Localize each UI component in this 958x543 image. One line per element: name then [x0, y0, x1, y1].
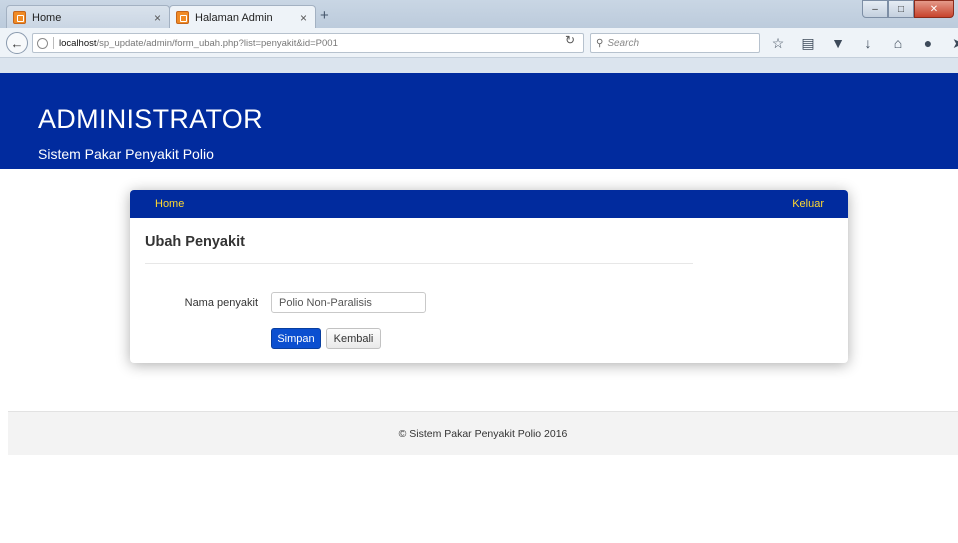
- close-window-icon[interactable]: ✕: [914, 0, 954, 18]
- panel-nav: Home Keluar: [130, 190, 848, 218]
- globe-icon: [37, 37, 48, 49]
- page-subtitle: Sistem Pakar Penyakit Polio: [38, 146, 214, 162]
- footer-text: © Sistem Pakar Penyakit Polio 2016: [398, 428, 568, 440]
- bookmark-star-icon[interactable]: ☆: [770, 35, 786, 52]
- divider: [145, 263, 693, 264]
- tab-label: Home: [32, 11, 62, 24]
- page-footer: © Sistem Pakar Penyakit Polio 2016: [8, 411, 958, 455]
- tab-halaman-admin[interactable]: Halaman Admin ×: [169, 5, 316, 29]
- maximize-icon[interactable]: □: [888, 0, 914, 18]
- panel-title: Ubah Penyakit: [145, 234, 245, 250]
- search-input[interactable]: ⚲ Search: [590, 33, 760, 53]
- send-icon[interactable]: ➤: [950, 35, 958, 52]
- edit-panel: Home Keluar Ubah Penyakit Nama penyakit …: [130, 190, 848, 363]
- reading-list-icon[interactable]: ▤: [800, 35, 816, 52]
- back-button[interactable]: Kembali: [326, 328, 381, 349]
- url-separator: [53, 37, 54, 49]
- home-icon[interactable]: ⌂: [890, 35, 906, 52]
- browser-navbar: ← localhost /sp_update/admin/form_ubah.p…: [0, 28, 958, 58]
- site-favicon-icon: [13, 11, 26, 24]
- save-button[interactable]: Simpan: [271, 328, 321, 349]
- page-header: ADMINISTRATOR Sistem Pakar Penyakit Poli…: [0, 73, 958, 169]
- url-path: /sp_update/admin/form_ubah.php?list=peny…: [96, 37, 338, 49]
- disease-name-field[interactable]: [271, 292, 426, 313]
- reload-icon[interactable]: ↻: [565, 33, 575, 47]
- nav-logout-link[interactable]: Keluar: [792, 198, 824, 210]
- close-tab-icon[interactable]: ×: [154, 11, 161, 25]
- nav-home-link[interactable]: Home: [155, 198, 184, 210]
- site-favicon-icon: [176, 11, 189, 24]
- search-placeholder: Search: [607, 37, 640, 49]
- download-icon[interactable]: ↓: [860, 35, 876, 52]
- tab-label: Halaman Admin: [195, 11, 273, 24]
- browser-chrome: Home × Halaman Admin × + – □ ✕ ← localho…: [0, 0, 958, 73]
- url-host: localhost: [59, 37, 97, 49]
- back-icon[interactable]: ←: [6, 32, 28, 54]
- tab-home[interactable]: Home ×: [6, 5, 170, 29]
- window-controls: – □ ✕: [862, 0, 954, 18]
- pocket-icon[interactable]: ▼: [830, 35, 846, 52]
- minimize-icon[interactable]: –: [862, 0, 888, 18]
- page-title: ADMINISTRATOR: [38, 104, 263, 134]
- close-tab-icon[interactable]: ×: [300, 11, 307, 25]
- tab-strip: Home × Halaman Admin × + – □ ✕: [0, 0, 958, 29]
- address-bar[interactable]: localhost /sp_update/admin/form_ubah.php…: [32, 33, 584, 53]
- toolbar-icons: ☆ ▤ ▼ ↓ ⌂ ● ➤ ☰: [770, 35, 958, 52]
- search-icon: ⚲: [596, 37, 604, 49]
- disease-name-label: Nama penyakit: [184, 297, 258, 309]
- new-tab-icon[interactable]: +: [320, 7, 329, 24]
- chat-icon[interactable]: ●: [920, 35, 936, 52]
